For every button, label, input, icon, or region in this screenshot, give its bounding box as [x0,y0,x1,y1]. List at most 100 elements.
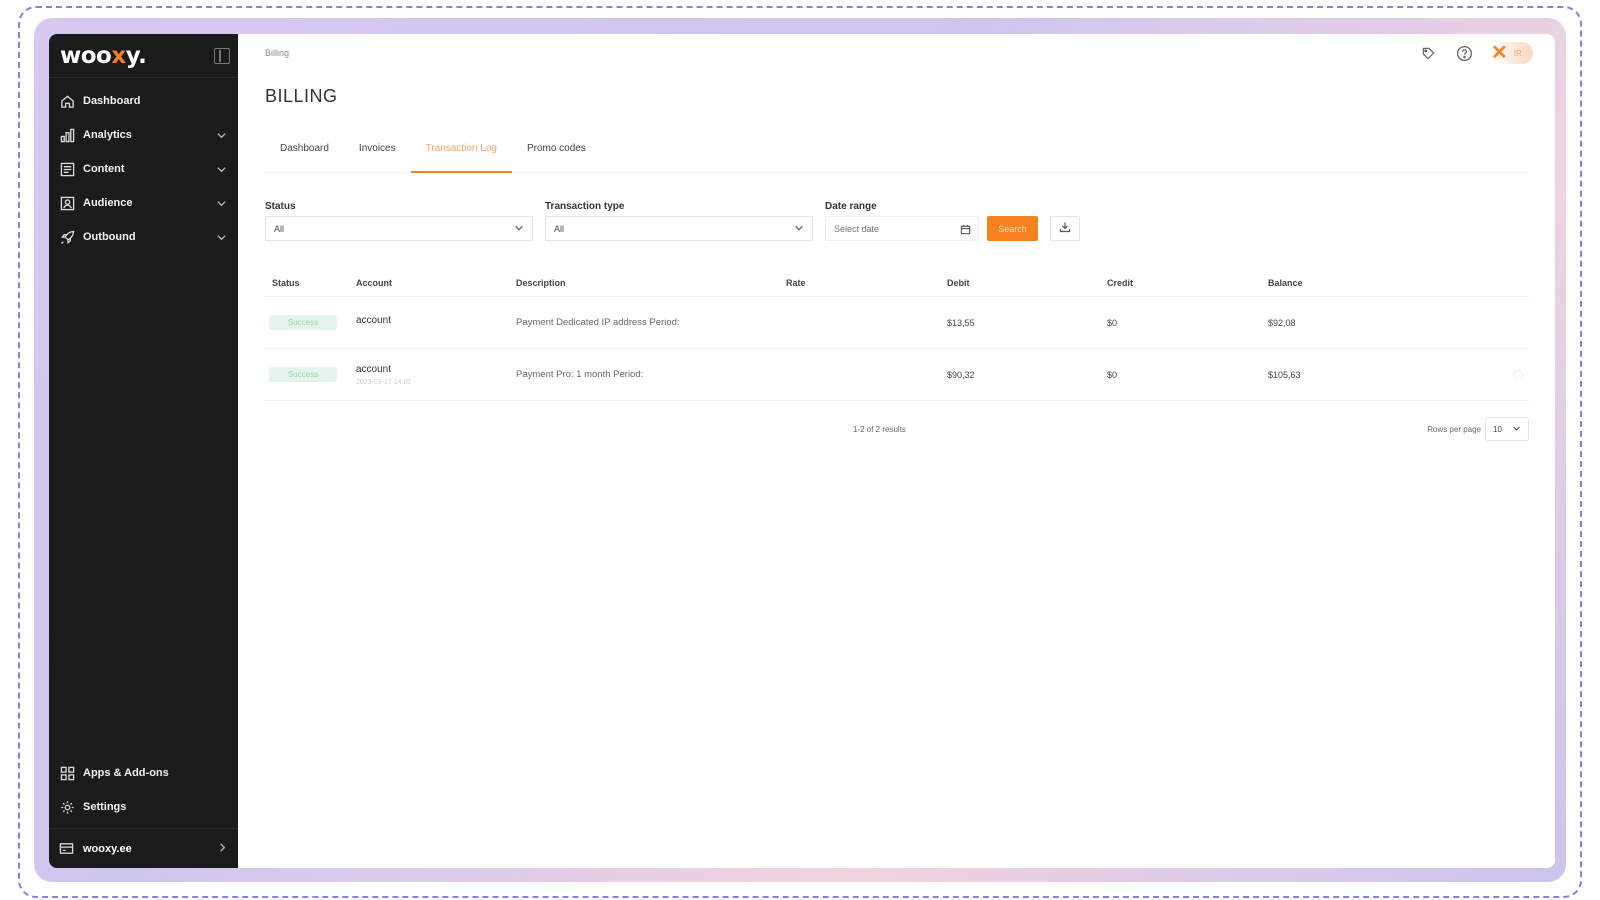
date-range-wrap [825,216,979,241]
sidebar-item-content[interactable]: Content [49,152,238,186]
logo: wooxy. [60,42,147,69]
sidebar-bottom: Apps & Add-ons Settings wooxy.ee [49,756,238,868]
sidebar-item-outbound[interactable]: Outbound [49,220,238,254]
sidebar-item-settings[interactable]: Settings [49,790,238,824]
transaction-table: Status Account Description Rate Debit Cr… [265,269,1529,401]
sidebar-item-label: Apps & Add-ons [83,767,169,779]
column-header-status[interactable]: Status [265,278,349,288]
account-cell: account 2023-03-17 14:00 [349,364,509,386]
type-filter-group: Transaction type All [545,201,813,241]
logo-row: wooxy. [49,34,238,78]
sidebar-item-label: Settings [83,801,127,813]
sidebar-item-label: Content [83,163,125,175]
account-name: account [356,363,392,375]
export-button[interactable] [1050,216,1080,241]
avatar[interactable]: ✕ IR [1491,42,1533,64]
column-header-balance[interactable]: Balance [1261,278,1461,288]
chevron-down-icon[interactable] [214,196,228,210]
column-header-credit[interactable]: Credit [1100,278,1261,288]
rows-per-page: Rows per page 10 [1427,417,1529,441]
content-icon [59,161,75,177]
sidebar-item-label: Analytics [83,129,132,141]
balance-cell: $105,63 [1268,369,1301,380]
page-title: BILLING [265,86,338,106]
transaction-type-select[interactable]: All [545,216,813,241]
help-icon[interactable] [1455,44,1473,62]
status-select[interactable]: All [265,216,533,241]
column-header-debit[interactable]: Debit [940,278,1100,288]
status-cell: Success [265,367,349,382]
search-button[interactable]: Search [987,216,1038,241]
account-name: account [356,315,392,326]
rows-per-page-select[interactable]: 10 [1485,417,1529,441]
sidebar: wooxy. Dashboard Analytics Content Audie… [49,34,238,868]
credit-cell: $0 [1107,369,1118,380]
card-icon [59,841,75,857]
chevron-down-icon[interactable] [214,230,228,244]
chevron-right-icon[interactable] [217,842,228,856]
status-filter-label: Status [265,201,296,212]
date-filter-label: Date range [825,201,877,212]
calendar-icon[interactable] [960,222,971,235]
actions-cell [1461,369,1529,380]
tag-icon[interactable] [1419,44,1437,62]
balance-cell: $92,08 [1268,317,1296,328]
topbar: Billing ✕ IR [265,34,1533,70]
sidebar-nav: Dashboard Analytics Content Audience Out… [49,78,238,254]
column-header-rate[interactable]: Rate [779,278,940,288]
sidebar-item-label: Audience [83,197,133,209]
chevron-down-icon [794,223,804,235]
chevron-down-icon [1512,424,1521,435]
bar-chart-icon [59,127,75,143]
sidebar-item-audience[interactable]: Audience [49,186,238,220]
filters: Status All Transaction type All Date ran… [265,197,1529,241]
sidebar-item-label: Dashboard [83,95,141,107]
chevron-down-icon[interactable] [214,162,228,176]
sidebar-item-analytics[interactable]: Analytics [49,118,238,152]
date-filter-group: Date range [825,201,979,241]
credit-cell: $0 [1107,317,1118,328]
description-cell: Payment Pro: 1 month Period: [516,369,644,380]
avatar-initials: IR [1513,48,1522,58]
status-badge: Success [269,315,337,330]
column-header-account[interactable]: Account [349,278,509,288]
tabs: Dashboard Invoices Transaction Log Promo… [265,137,1529,173]
debit-cell: $90,32 [947,369,975,380]
table-header: Status Account Description Rate Debit Cr… [265,269,1529,297]
rows-per-page-value: 10 [1493,424,1502,434]
sidebar-item-apps[interactable]: Apps & Add-ons [49,756,238,790]
results-count: 1-2 of 2 results [853,424,906,434]
workspace-name: wooxy.ee [83,842,132,855]
account-timestamp: 2023-03-17 14:00 [356,378,412,386]
status-select-value: All [274,223,285,234]
home-icon [59,93,75,109]
rocket-icon [59,229,75,245]
tab-promo-codes[interactable]: Promo codes [512,137,601,172]
table-row[interactable]: Success account Payment Dedicated IP add… [265,297,1529,349]
rows-per-page-label: Rows per page [1427,424,1481,434]
breadcrumb[interactable]: Billing [265,48,289,58]
sidebar-collapse-icon[interactable] [214,47,230,64]
status-filter-group: Status All [265,201,533,241]
debit-cell: $13,55 [947,317,975,328]
row-menu-icon[interactable] [1513,369,1523,380]
sidebar-item-label: Outbound [83,231,136,243]
pagination: 1-2 of 2 results Rows per page 10 [265,401,1529,457]
chevron-down-icon[interactable] [214,128,228,142]
main-content: Billing ✕ IR BILLING Dashboard Invoices … [238,34,1555,868]
tab-invoices[interactable]: Invoices [344,137,411,172]
type-select-value: All [554,223,565,234]
sidebar-item-dashboard[interactable]: Dashboard [49,84,238,118]
date-range-input[interactable] [825,216,979,241]
tab-dashboard[interactable]: Dashboard [265,137,344,172]
account-cell: account [349,315,509,326]
topbar-actions: ✕ IR [1419,42,1533,64]
column-header-description[interactable]: Description [509,278,779,288]
chevron-down-icon [514,223,524,235]
tab-transaction-log[interactable]: Transaction Log [410,137,513,173]
workspace-switcher[interactable]: wooxy.ee [49,828,238,868]
download-icon [1059,221,1071,236]
gear-icon [59,799,75,815]
user-icon [59,195,75,211]
table-row[interactable]: Success account 2023-03-17 14:00 Payment… [265,349,1529,401]
